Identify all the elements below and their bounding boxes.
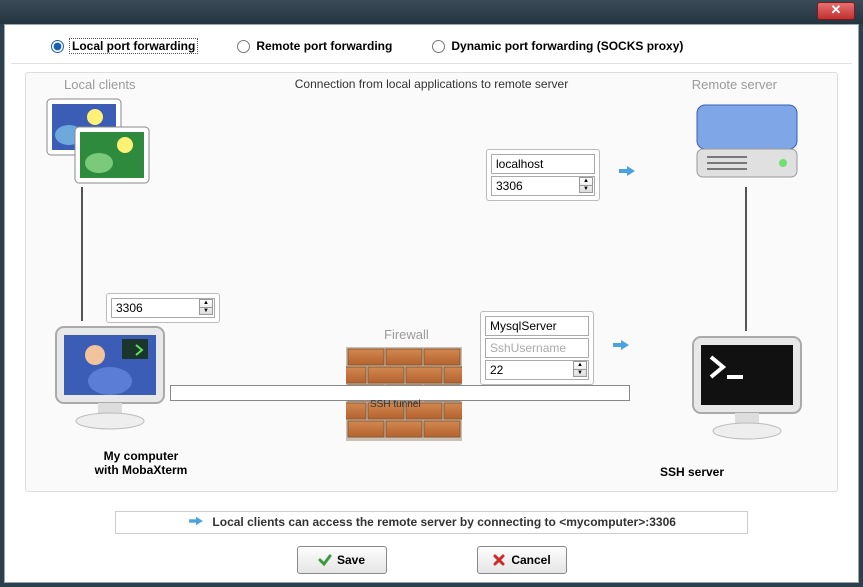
- ssh-server-icon: [687, 331, 807, 451]
- forwarding-type-radios: Local port forwarding Remote port forwar…: [11, 25, 852, 64]
- firewall-label: Firewall: [384, 327, 429, 342]
- cancel-button[interactable]: Cancel: [477, 546, 567, 574]
- ssh-server-input[interactable]: [485, 316, 589, 336]
- radio-local-label: Local port forwarding: [70, 39, 197, 53]
- local-clients-icon: [41, 97, 151, 187]
- x-icon: [492, 553, 506, 567]
- dialog-buttons: Save Cancel: [5, 546, 858, 574]
- arrow-right-ssh-icon: [610, 337, 632, 353]
- diagram-caption: Connection from local applications to re…: [295, 77, 568, 91]
- title-bar: ✕: [0, 0, 863, 24]
- local-port-group: ▲▼: [106, 293, 220, 323]
- save-button[interactable]: Save: [297, 546, 387, 574]
- arrow-right-hint-icon: [187, 515, 205, 530]
- ssh-port-spinner[interactable]: ▲▼: [573, 361, 587, 377]
- tunnel-diagram: Connection from local applications to re…: [25, 72, 838, 492]
- arrow-right-remote-icon: [616, 163, 638, 179]
- ssh-server-label: SSH server: [626, 465, 758, 479]
- radio-remote-forwarding[interactable]: Remote port forwarding: [237, 39, 392, 53]
- ssh-tunnel-label: SSH tunnel: [370, 399, 421, 410]
- line-remote: [745, 187, 747, 331]
- remote-server-label: Remote server: [692, 77, 777, 92]
- radio-dynamic-forwarding[interactable]: Dynamic port forwarding (SOCKS proxy): [432, 39, 683, 53]
- remote-server-icon: [687, 97, 807, 187]
- radio-local-forwarding[interactable]: Local port forwarding: [51, 39, 197, 53]
- hint-bar: Local clients can access the remote serv…: [115, 511, 748, 534]
- local-port-spinner[interactable]: ▲▼: [199, 299, 213, 315]
- hint-text: Local clients can access the remote serv…: [212, 515, 676, 529]
- close-button[interactable]: ✕: [817, 2, 855, 20]
- radio-remote-label: Remote port forwarding: [256, 39, 392, 53]
- ssh-username-input[interactable]: [485, 338, 589, 358]
- ssh-server-group: ▲▼: [480, 311, 594, 385]
- remote-server-group: ▲▼: [486, 149, 600, 201]
- remote-host-input[interactable]: [491, 154, 595, 174]
- dialog-window: Local port forwarding Remote port forwar…: [4, 24, 859, 583]
- line-local: [81, 187, 83, 321]
- my-computer-label: My computer with MobaXterm: [81, 449, 201, 477]
- local-clients-label: Local clients: [64, 77, 136, 92]
- check-icon: [318, 553, 332, 567]
- remote-port-spinner[interactable]: ▲▼: [579, 177, 593, 193]
- radio-dynamic-label: Dynamic port forwarding (SOCKS proxy): [451, 39, 683, 53]
- my-computer-icon: [50, 321, 170, 441]
